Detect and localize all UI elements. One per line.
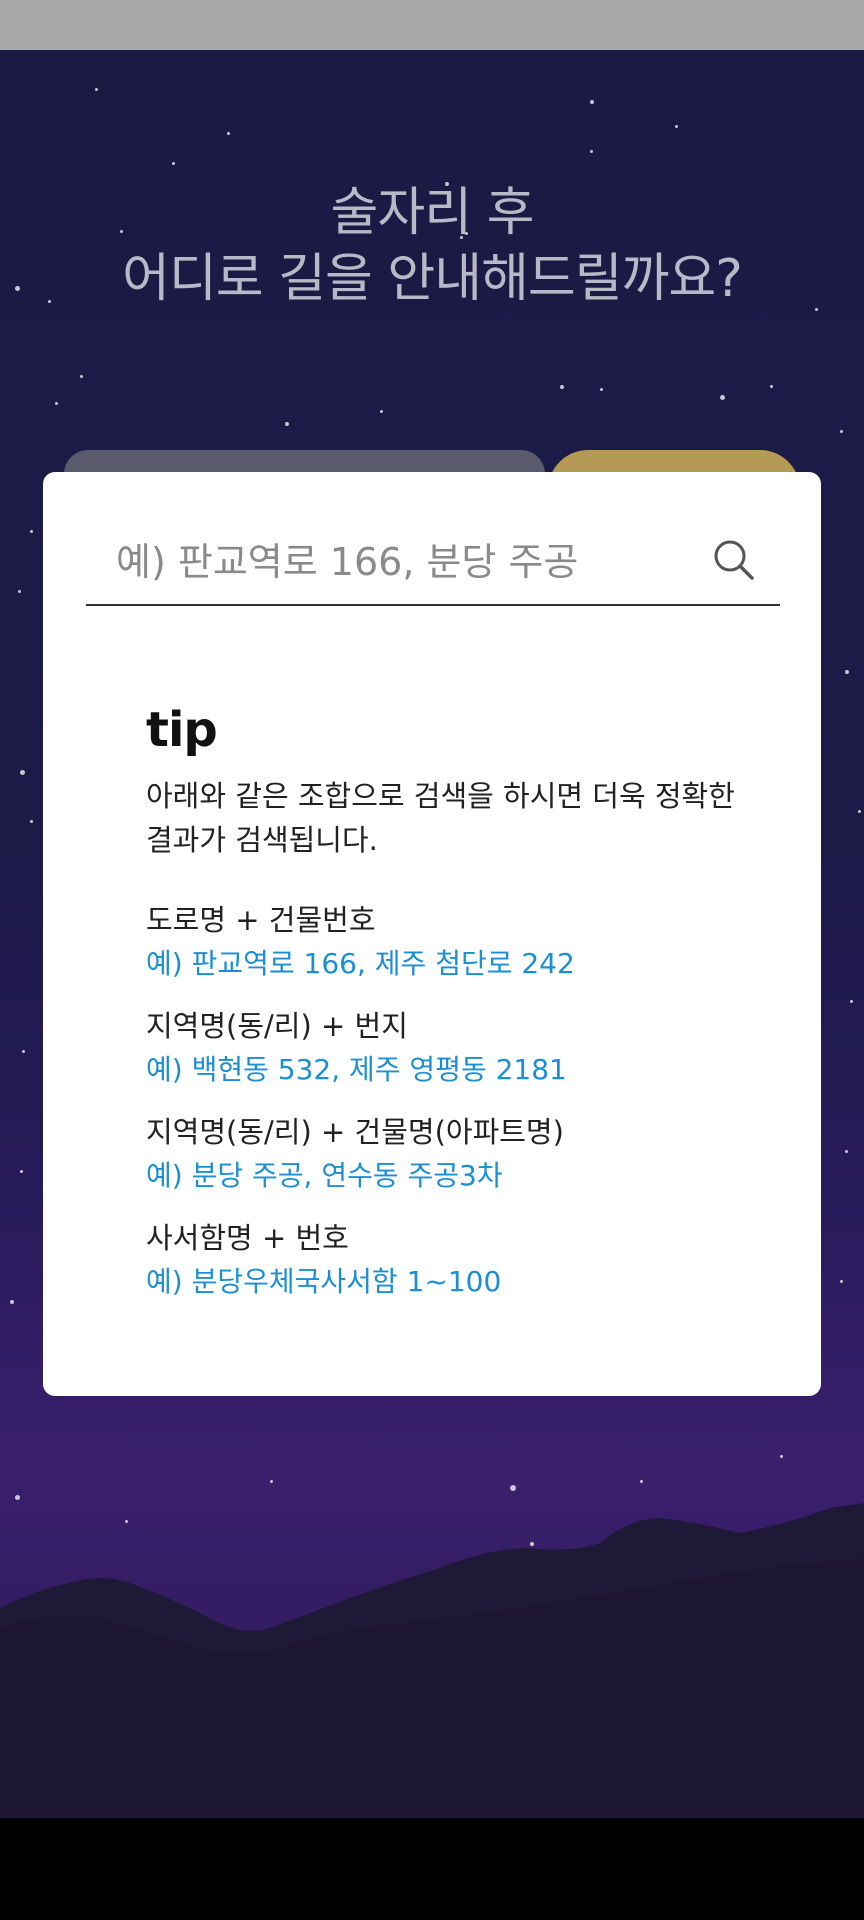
star bbox=[285, 422, 289, 426]
star bbox=[380, 410, 383, 413]
star bbox=[850, 1000, 853, 1003]
star bbox=[590, 150, 593, 153]
tip-item-label: 도로명 + 건물번호 bbox=[146, 903, 376, 937]
star bbox=[640, 1480, 643, 1483]
search-card: tip 아래와 같은 조합으로 검색을 하시면 더욱 정확한 결과가 검색됩니다… bbox=[43, 472, 821, 1396]
tip-item: 도로명 + 건물번호 예) 판교역로 166, 제주 첨단로 242 bbox=[146, 898, 746, 986]
star bbox=[845, 1150, 848, 1153]
tip-section: tip 아래와 같은 조합으로 검색을 하시면 더욱 정확한 결과가 검색됩니다… bbox=[146, 702, 746, 1322]
tip-item-label: 지역명(동/리) + 건물명(아파트명) bbox=[146, 1115, 564, 1149]
star bbox=[20, 770, 25, 775]
search-button[interactable] bbox=[710, 536, 758, 584]
search-row bbox=[86, 522, 780, 606]
star bbox=[780, 1455, 783, 1458]
headline: 술자리 후 어디로 길을 안내해드릴까요? bbox=[0, 180, 864, 312]
star bbox=[560, 385, 564, 389]
tip-item: 지역명(동/리) + 번지 예) 백현동 532, 제주 영평동 2181 bbox=[146, 1004, 746, 1092]
tip-items: 도로명 + 건물번호 예) 판교역로 166, 제주 첨단로 242 지역명(동… bbox=[146, 898, 746, 1304]
star bbox=[675, 125, 678, 128]
tip-item-example: 예) 분당우체국사서함 1~100 bbox=[146, 1265, 502, 1298]
star bbox=[55, 402, 58, 405]
star bbox=[270, 1480, 273, 1483]
star bbox=[227, 132, 230, 135]
search-input[interactable] bbox=[116, 532, 676, 592]
tip-item-label: 지역명(동/리) + 번지 bbox=[146, 1009, 408, 1043]
star bbox=[10, 1300, 14, 1304]
star bbox=[720, 395, 725, 400]
star bbox=[80, 375, 83, 378]
star bbox=[30, 820, 33, 823]
star bbox=[172, 162, 175, 165]
star bbox=[95, 88, 98, 91]
star bbox=[858, 810, 861, 813]
tip-item: 지역명(동/리) + 건물명(아파트명) 예) 분당 주공, 연수동 주공3차 bbox=[146, 1110, 746, 1198]
star bbox=[840, 430, 843, 433]
search-icon bbox=[714, 540, 754, 580]
star bbox=[18, 590, 21, 593]
headline-line-2: 어디로 길을 안내해드릴까요? bbox=[122, 249, 743, 309]
tip-description: 아래와 같은 조합으로 검색을 하시면 더욱 정확한 결과가 검색됩니다. bbox=[146, 779, 735, 857]
tip-item-example: 예) 판교역로 166, 제주 첨단로 242 bbox=[146, 947, 575, 980]
headline-line-1: 술자리 후 bbox=[330, 183, 535, 243]
tip-item: 사서함명 + 번호 예) 분당우체국사서함 1~100 bbox=[146, 1216, 746, 1304]
system-navigation-bar bbox=[0, 1818, 864, 1920]
star bbox=[20, 1170, 23, 1173]
tip-item-label: 사서함명 + 번호 bbox=[146, 1221, 349, 1255]
star bbox=[30, 530, 33, 533]
star bbox=[600, 388, 603, 391]
star bbox=[590, 100, 594, 104]
star bbox=[845, 670, 849, 674]
star bbox=[22, 1050, 25, 1053]
star bbox=[840, 1280, 843, 1283]
tip-item-example: 예) 백현동 532, 제주 영평동 2181 bbox=[146, 1053, 567, 1086]
status-bar bbox=[0, 0, 864, 50]
tip-title: tip bbox=[146, 702, 218, 758]
star bbox=[770, 385, 773, 388]
mountain-silhouette bbox=[0, 1503, 864, 1818]
tip-item-example: 예) 분당 주공, 연수동 주공3차 bbox=[146, 1159, 503, 1192]
